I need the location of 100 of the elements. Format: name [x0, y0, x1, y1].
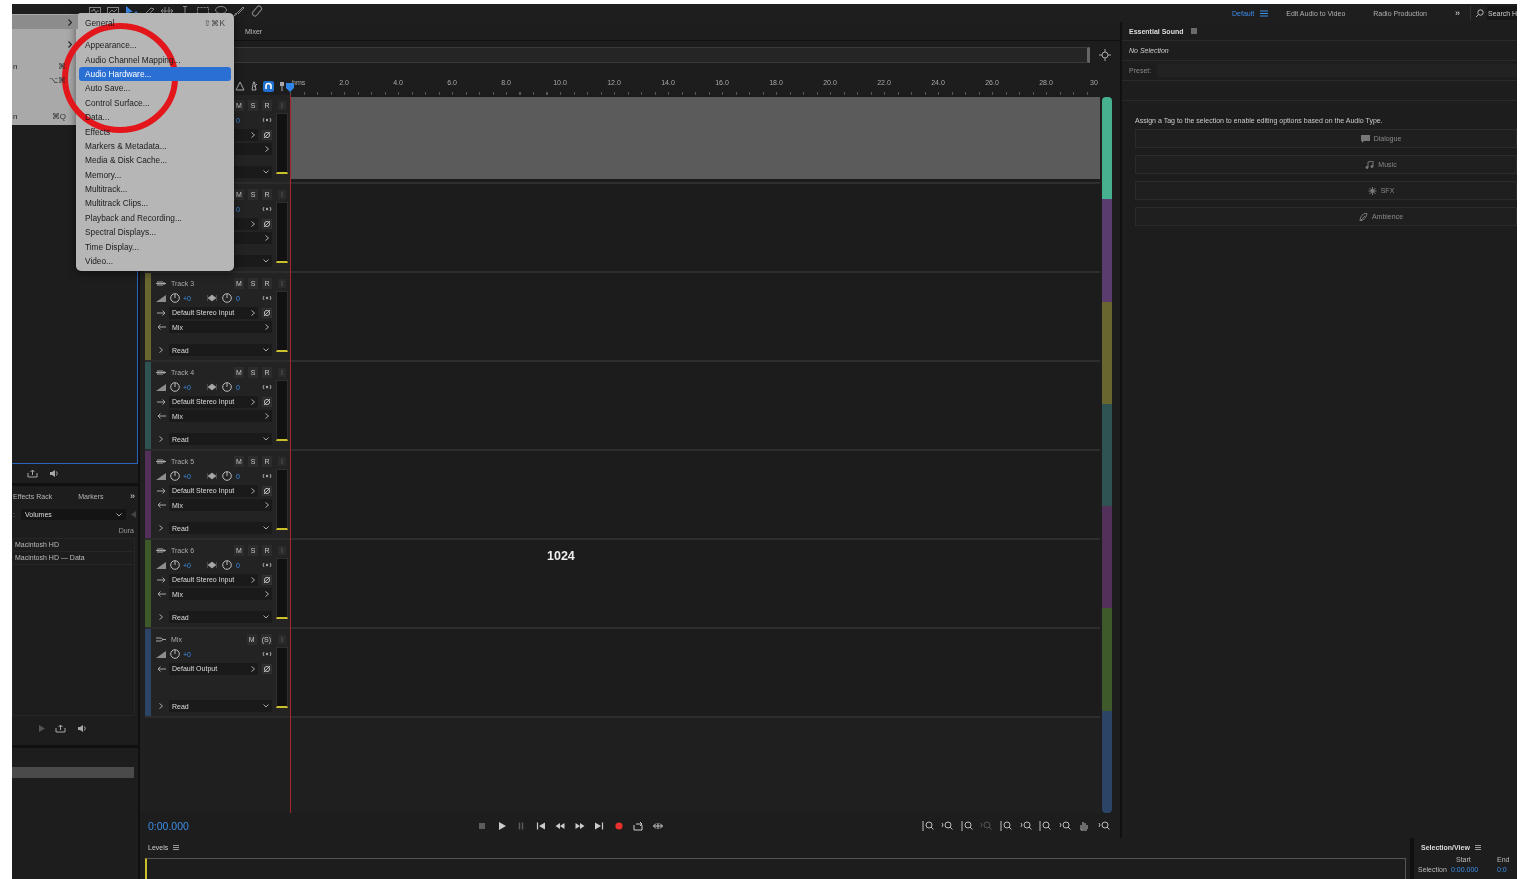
menu-item[interactable]: Video...	[79, 253, 231, 269]
more-panels-button[interactable]: »	[130, 491, 135, 501]
menu-item[interactable]: Playback and Recording...	[79, 210, 231, 226]
skip-to-start-icon[interactable]	[535, 821, 546, 831]
volume-knob[interactable]	[170, 560, 180, 570]
speaker-icon[interactable]	[75, 724, 87, 733]
menu-item[interactable]: Audio Hardware...	[79, 66, 231, 82]
burst-icon	[1367, 186, 1377, 195]
volume-icon	[156, 294, 166, 302]
menu-icon[interactable]	[1474, 844, 1481, 850]
bandage-icon[interactable]	[250, 5, 264, 17]
menu-item[interactable]: Control Surface...	[79, 95, 231, 110]
chevron-right-icon	[265, 146, 269, 152]
zoom-full-icon[interactable]	[1098, 820, 1110, 832]
menu-item[interactable]: Multitrack...	[79, 181, 231, 197]
loop-icon[interactable]	[633, 821, 643, 831]
record-icon[interactable]	[613, 821, 624, 831]
zoom-in-amplitude-icon[interactable]	[921, 820, 934, 832]
export-icon[interactable]	[55, 724, 66, 733]
triangle-icon[interactable]	[235, 81, 245, 91]
expand-chevron-icon[interactable]	[159, 347, 163, 353]
brush-icon[interactable]	[232, 5, 246, 17]
menu-icon[interactable]	[173, 844, 180, 850]
pan-knob[interactable]	[222, 560, 232, 570]
volume-knob[interactable]	[170, 471, 180, 481]
input-monitor-icon[interactable]	[278, 278, 286, 288]
stereo-icon[interactable]	[262, 206, 272, 212]
phase-invert-button[interactable]	[262, 218, 272, 229]
pause-icon[interactable]	[516, 821, 526, 831]
volume-icon	[156, 383, 166, 391]
menu-item[interactable]: Auto Save...	[79, 81, 231, 96]
shortcut-label: ⇧⌘K	[204, 18, 225, 29]
expand-chevron-icon[interactable]	[159, 436, 163, 442]
expand-chevron-icon[interactable]	[159, 614, 163, 620]
menu-item[interactable]: Spectral Displays...	[79, 225, 231, 240]
chevron-down-icon	[263, 170, 269, 174]
pan-knob[interactable]	[222, 382, 232, 392]
stop-icon[interactable]	[477, 821, 487, 831]
volume-knob[interactable]	[170, 293, 180, 303]
pan-knob[interactable]	[222, 293, 232, 303]
zoom-out-point-icon[interactable]	[1039, 820, 1052, 832]
playhead-marker-icon[interactable]	[286, 83, 294, 92]
input-monitor-icon[interactable]	[278, 189, 286, 199]
zoom-out-amplitude-icon[interactable]	[941, 820, 954, 832]
stereo-icon[interactable]	[262, 473, 272, 479]
expand-chevron-icon[interactable]	[159, 525, 163, 531]
chevron-right-icon	[251, 487, 255, 494]
expand-chevron-icon[interactable]	[159, 703, 163, 709]
phase-invert-button[interactable]	[262, 485, 272, 496]
phase-invert-button[interactable]	[262, 129, 272, 140]
input-monitor-icon[interactable]	[278, 545, 286, 555]
input-monitor-icon[interactable]	[278, 456, 286, 466]
menu-item[interactable]: Effects	[79, 124, 231, 139]
menu-item[interactable]: Memory...	[79, 167, 231, 182]
stereo-icon[interactable]	[262, 295, 272, 301]
zoom-target-icon[interactable]	[1099, 49, 1111, 61]
time-display: 0:00.000	[147, 820, 190, 832]
more-workspaces-button[interactable]: »	[1441, 8, 1470, 18]
phase-invert-button[interactable]	[262, 663, 272, 674]
fast-forward-icon[interactable]	[574, 821, 585, 831]
zoom-target-icon[interactable]	[1000, 820, 1013, 832]
skip-selection-icon[interactable]	[652, 821, 663, 831]
play-icon[interactable]	[496, 821, 507, 831]
bus-icon	[156, 635, 166, 643]
stereo-icon[interactable]	[262, 384, 272, 390]
menu-item[interactable]: n ⌘Q	[12, 109, 78, 125]
menu-item[interactable]: Multitrack Clips...	[79, 196, 231, 211]
track-overview-scrollbar[interactable]	[1102, 97, 1112, 813]
pan-knob[interactable]	[222, 471, 232, 481]
menu-item[interactable]: Appearance...	[79, 38, 231, 53]
zoom-in-icon[interactable]	[960, 820, 973, 832]
stereo-icon[interactable]	[262, 117, 272, 123]
input-monitor-icon[interactable]	[278, 100, 286, 110]
rewind-icon[interactable]	[555, 821, 565, 831]
stereo-icon[interactable]	[262, 562, 272, 568]
input-monitor-icon[interactable]	[278, 634, 286, 644]
menu-item[interactable]: General ⇧⌘K	[79, 16, 231, 31]
zoom-selection-icon[interactable]	[1058, 820, 1071, 832]
menu-item[interactable]: Time Display...	[79, 239, 231, 254]
stereo-icon[interactable]	[262, 651, 272, 657]
input-arrow-icon	[156, 398, 166, 405]
menu-item-label: n	[12, 61, 18, 71]
metronome-icon[interactable]	[249, 81, 259, 91]
export-icon[interactable]	[27, 469, 38, 478]
shortcut-label: ⌘Q	[51, 112, 67, 122]
phase-invert-button[interactable]	[262, 574, 272, 585]
volume-knob[interactable]	[170, 382, 180, 392]
volume-knob[interactable]	[170, 649, 180, 659]
skip-to-end-icon[interactable]	[594, 821, 604, 831]
phase-invert-button[interactable]	[262, 396, 272, 407]
menu-item[interactable]: Media & Disk Cache...	[79, 153, 231, 168]
speaker-icon[interactable]	[47, 469, 59, 478]
pin-icon[interactable]	[278, 81, 286, 91]
phase-invert-button[interactable]	[262, 307, 272, 318]
input-monitor-icon[interactable]	[278, 367, 286, 377]
panel-menu-icon[interactable]	[1191, 28, 1198, 34]
zoom-in-point-icon[interactable]	[1019, 820, 1032, 832]
menu-item[interactable]: Markers & Metadata...	[79, 138, 231, 154]
magnet-icon[interactable]	[263, 80, 274, 92]
menu-icon[interactable]	[1260, 9, 1269, 17]
